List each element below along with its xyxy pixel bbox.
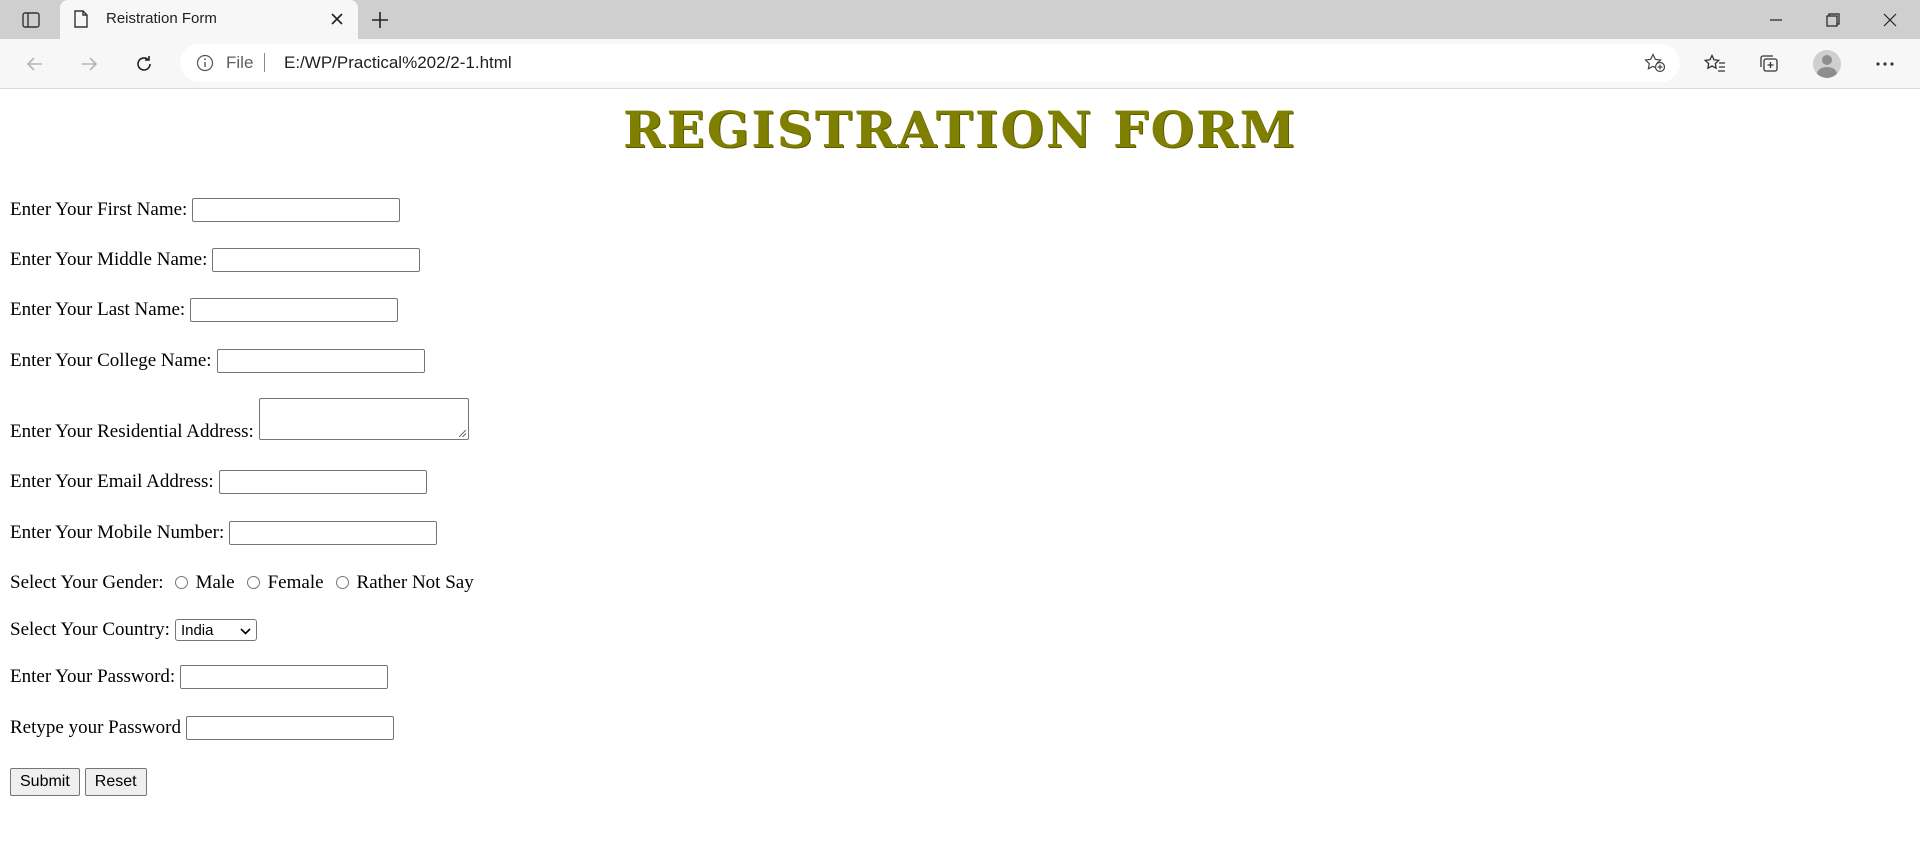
back-icon[interactable] [20, 49, 50, 79]
email-label: Enter Your Email Address: [10, 471, 214, 492]
middle-name-input[interactable] [212, 248, 421, 272]
first-name-row: Enter Your First Name: [10, 198, 401, 222]
add-favorite-icon[interactable] [1644, 53, 1666, 78]
chevron-down-icon [240, 622, 251, 639]
first-name-label: Enter Your First Name: [10, 199, 188, 220]
last-name-input[interactable] [190, 298, 399, 322]
browser-toolbar: File E:/WP/Practical%202/2-1.html [0, 39, 1920, 89]
country-select[interactable]: India [174, 619, 257, 641]
page-title: REGISTRATION FORM [623, 100, 1297, 159]
gender-option-rather-not-say-label: Rather Not Say [356, 572, 474, 593]
info-icon[interactable] [196, 54, 214, 77]
avatar [1813, 50, 1841, 78]
retype-password-label: Retype your Password [10, 717, 181, 738]
middle-name-label: Enter Your Middle Name: [10, 249, 208, 270]
email-input[interactable] [218, 470, 427, 494]
page-content: REGISTRATION FORM Enter Your First Name:… [0, 89, 1920, 860]
tab-actions-icon[interactable] [14, 6, 48, 34]
country-label: Select Your Country: [10, 619, 170, 640]
gender-row: Select Your Gender: Male Female Rather N… [10, 572, 474, 594]
country-row: Select Your Country: India [10, 619, 257, 641]
url-text[interactable]: E:/WP/Practical%202/2-1.html [284, 53, 512, 73]
first-name-input[interactable] [192, 198, 401, 222]
last-name-row: Enter Your Last Name: [10, 298, 399, 322]
close-window-icon[interactable] [1867, 6, 1913, 34]
last-name-label: Enter Your Last Name: [10, 299, 186, 320]
gender-label: Select Your Gender: [10, 572, 164, 593]
gender-option-female-label: Female [267, 572, 324, 593]
favorites-icon[interactable] [1700, 49, 1730, 79]
password-label: Enter Your Password: [10, 666, 176, 687]
password-row: Enter Your Password: [10, 665, 389, 689]
mobile-input[interactable] [229, 521, 438, 545]
close-tab-icon[interactable] [328, 10, 346, 28]
gender-radio-male[interactable] [174, 575, 188, 589]
refresh-icon[interactable] [129, 49, 159, 79]
url-scheme-label: File [226, 53, 254, 72]
new-tab-icon[interactable] [368, 8, 392, 32]
college-name-label: Enter Your College Name: [10, 350, 212, 371]
retype-password-row: Retype your Password [10, 716, 394, 740]
restore-icon[interactable] [1810, 6, 1856, 34]
gender-radio-rather-not-say[interactable] [335, 575, 349, 589]
email-row: Enter Your Email Address: [10, 470, 427, 494]
address-row: Enter Your Residential Address: [10, 398, 469, 443]
country-selected-value: India [180, 621, 214, 639]
middle-name-row: Enter Your Middle Name: [10, 248, 421, 272]
mobile-row: Enter Your Mobile Number: [10, 521, 438, 545]
address-bar[interactable]: File E:/WP/Practical%202/2-1.html [180, 44, 1680, 82]
profile-avatar[interactable] [1812, 49, 1842, 79]
tab-strip: Reistration Form [0, 0, 1920, 39]
mobile-label: Enter Your Mobile Number: [10, 522, 225, 543]
document-icon [74, 10, 88, 33]
address-separator [264, 53, 265, 72]
college-name-input[interactable] [216, 349, 425, 373]
gender-option-male-label: Male [195, 572, 235, 593]
retype-password-input[interactable] [185, 716, 394, 740]
gender-radio-female[interactable] [246, 575, 260, 589]
password-input[interactable] [180, 665, 389, 689]
address-textarea[interactable] [258, 398, 469, 440]
forward-icon[interactable] [74, 49, 104, 79]
minimize-icon[interactable] [1753, 6, 1799, 34]
reset-button[interactable]: Reset [84, 768, 147, 796]
college-name-row: Enter Your College Name: [10, 349, 425, 373]
collections-icon[interactable] [1755, 49, 1785, 79]
address-label: Enter Your Residential Address: [10, 421, 254, 442]
submit-button[interactable]: Submit [10, 768, 80, 796]
form-buttons-row: Submit Reset [10, 768, 152, 796]
more-options-icon[interactable] [1870, 49, 1900, 79]
browser-tab[interactable]: Reistration Form [60, 0, 358, 39]
tab-title: Reistration Form [106, 10, 217, 27]
